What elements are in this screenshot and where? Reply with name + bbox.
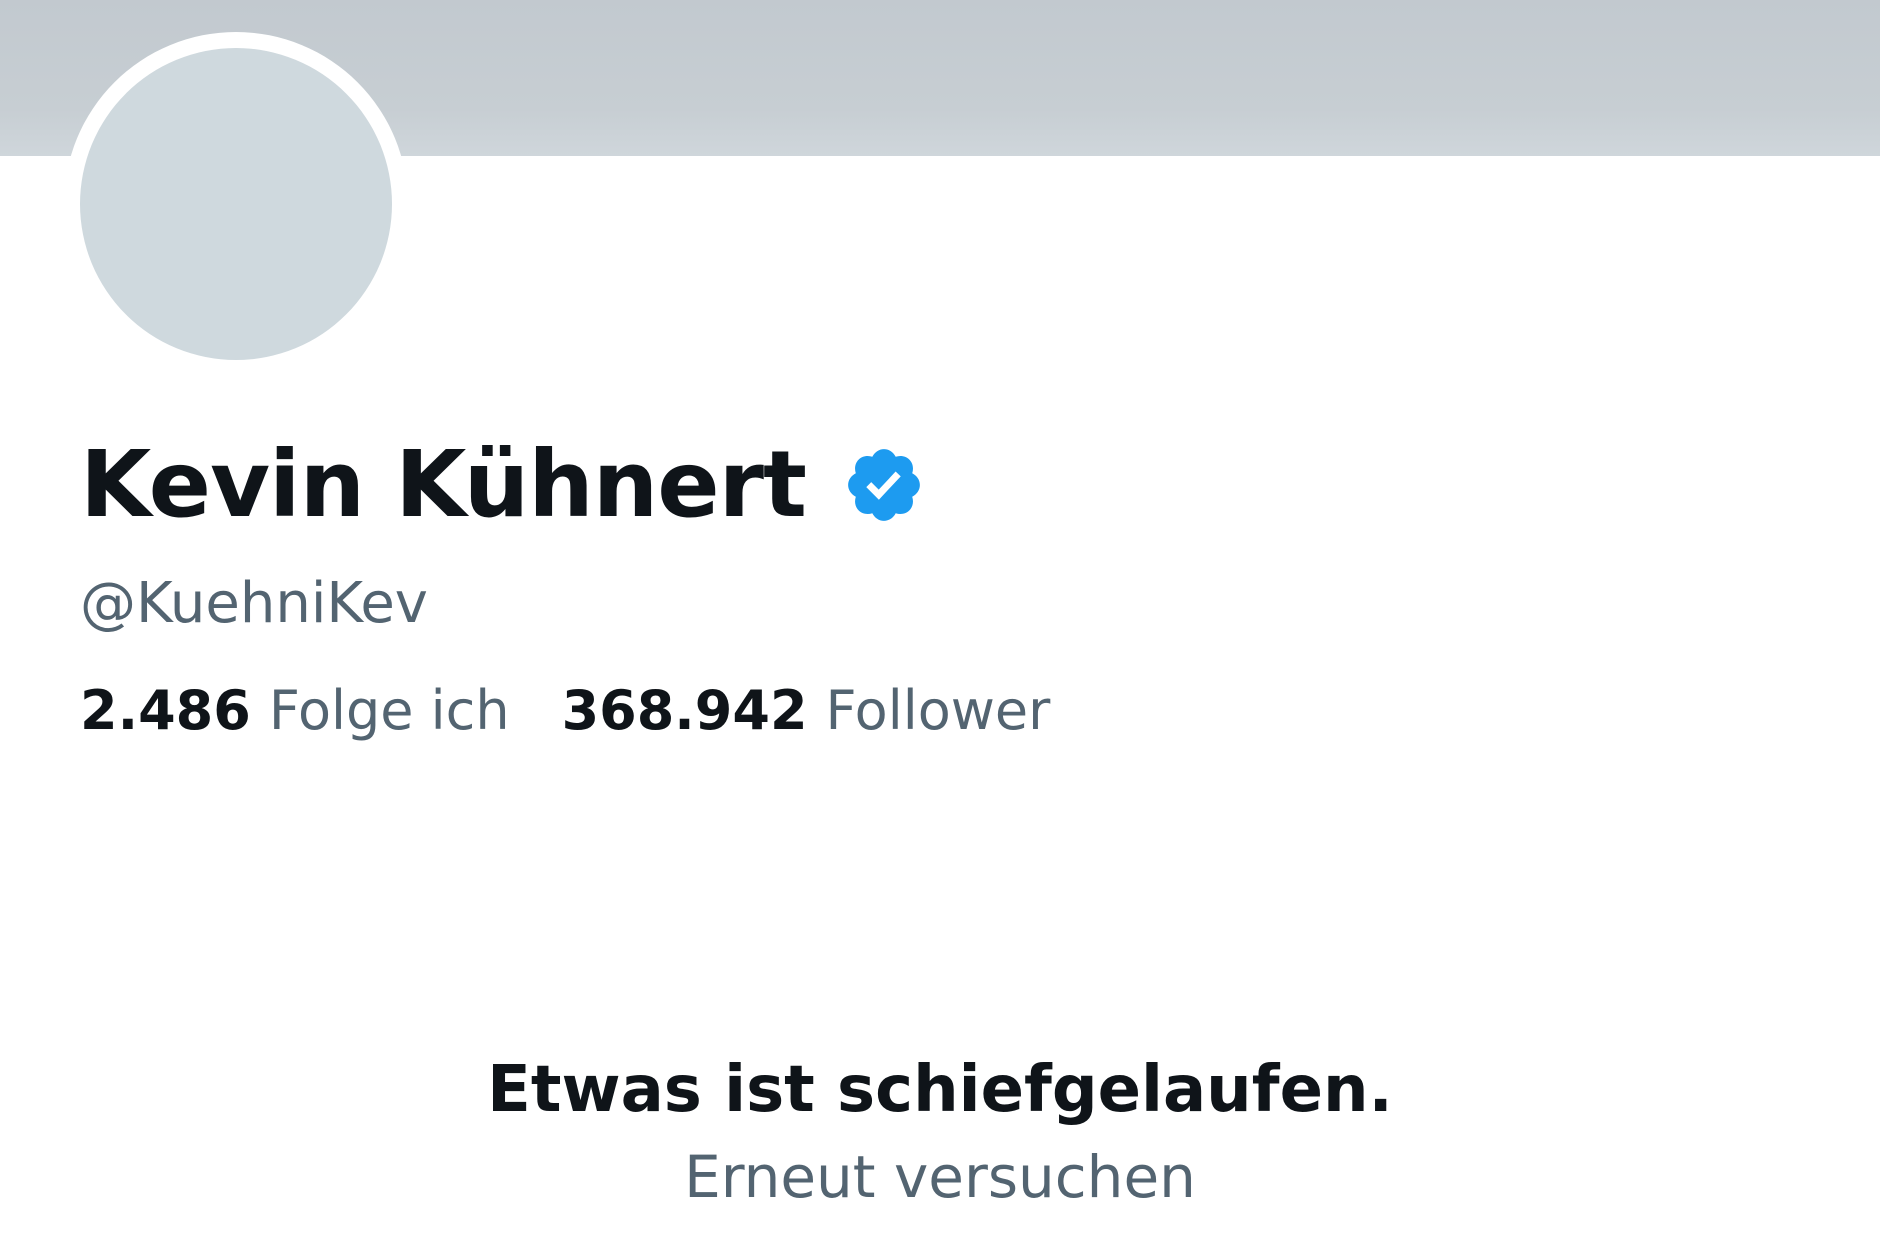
retry-button-row: Erneut versuchen [0,1148,1880,1206]
followers-label: Follower [825,679,1051,742]
avatar[interactable] [64,32,408,376]
profile-stats: 2.486 Folge ich 368.942 Follower [80,684,1050,738]
verified-badge-icon[interactable] [842,443,926,527]
following-link[interactable]: 2.486 Folge ich [80,684,510,738]
error-message: Etwas ist schiefgelaufen. [487,1053,1393,1127]
profile-handle: @KuehniKev [80,571,428,636]
followers-count: 368.942 [561,679,808,742]
display-name-row: Kevin Kühnert [80,430,926,540]
retry-button[interactable]: Erneut versuchen [684,1143,1196,1211]
following-count: 2.486 [80,679,251,742]
followers-link[interactable]: 368.942 Follower [562,684,1051,738]
avatar-placeholder [80,48,392,360]
following-label: Folge ich [268,679,510,742]
display-name: Kevin Kühnert [80,431,807,538]
